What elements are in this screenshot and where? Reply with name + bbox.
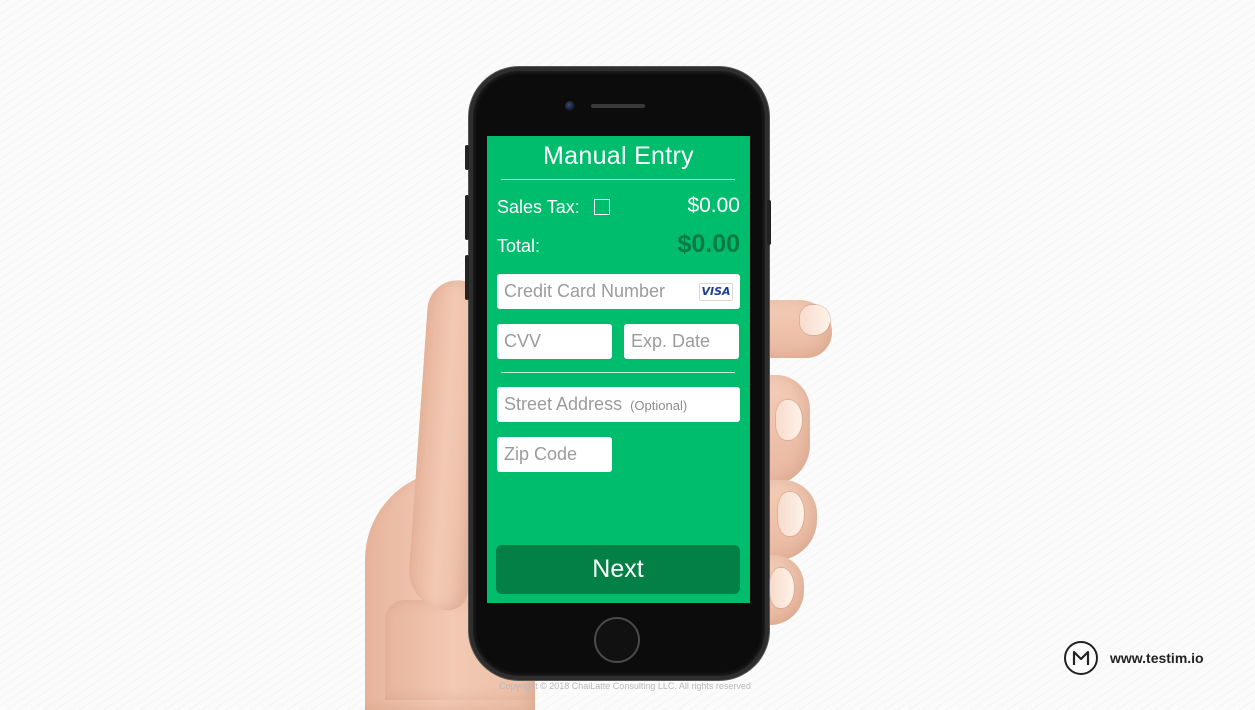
- cvv-placeholder: CVV: [504, 331, 542, 351]
- total-amount: $0.00: [677, 230, 740, 258]
- fingernail: [800, 305, 830, 335]
- street-address-placeholder: Street Address: [504, 394, 623, 414]
- street-address-input[interactable]: Street Address (Optional): [497, 387, 740, 422]
- fingernail: [778, 492, 804, 536]
- credit-card-number-input[interactable]: Credit Card Number VISA: [497, 274, 740, 309]
- zip-code-placeholder: Zip Code: [504, 444, 578, 464]
- next-button[interactable]: Next: [496, 545, 740, 594]
- volume-up-button: [465, 195, 469, 240]
- credit-card-number-placeholder: Credit Card Number: [504, 281, 666, 301]
- divider: [501, 179, 735, 180]
- app-screen: Manual Entry Sales Tax: $0.00 Total: $0.…: [487, 136, 750, 603]
- zip-code-input[interactable]: Zip Code: [497, 437, 612, 472]
- sales-tax-label: Sales Tax:: [497, 197, 580, 217]
- front-camera-icon: [565, 101, 575, 111]
- volume-down-button: [465, 255, 469, 300]
- mute-switch: [465, 145, 469, 170]
- total-label: Total:: [497, 236, 541, 256]
- testim-logo-glyph: [1072, 650, 1090, 665]
- speaker-grille: [591, 104, 645, 108]
- cvv-input[interactable]: CVV: [497, 324, 612, 359]
- visa-card-icon: VISA: [699, 283, 733, 301]
- power-button: [767, 200, 771, 245]
- brand-url-link[interactable]: www.testim.io: [1110, 650, 1204, 666]
- fingernail: [770, 568, 794, 608]
- divider: [501, 372, 735, 373]
- page-title: Manual Entry: [543, 142, 694, 170]
- exp-date-placeholder: Exp. Date: [631, 331, 711, 351]
- optional-hint: (Optional): [630, 398, 688, 413]
- exp-date-input[interactable]: Exp. Date: [624, 324, 739, 359]
- copyright-text: Copyright © 2018 ChaiLatte Consulting LL…: [499, 681, 751, 691]
- fingernail: [776, 400, 802, 440]
- sales-tax-amount: $0.00: [687, 194, 740, 217]
- testim-logo-icon: [1064, 641, 1098, 675]
- home-button[interactable]: [594, 617, 640, 663]
- sales-tax-checkbox[interactable]: [594, 199, 610, 215]
